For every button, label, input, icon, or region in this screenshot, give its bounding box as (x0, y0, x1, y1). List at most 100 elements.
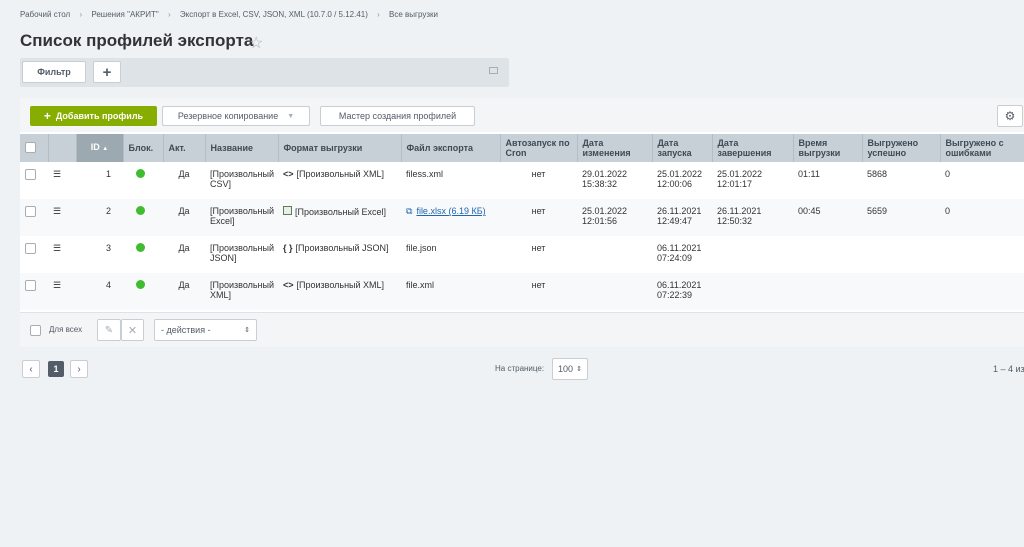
header-finished[interactable]: Дата завершения (712, 134, 794, 162)
table-row[interactable]: ☰ 2 Да [Произвольный Excel] [Произвольны… (20, 199, 1024, 236)
row-started: 25.01.2022 12:00:06 (657, 169, 703, 189)
row-checkbox[interactable] (20, 236, 48, 273)
row-duration: 00:45 (793, 199, 862, 236)
next-page-button[interactable]: › (70, 360, 88, 378)
header-blocked[interactable]: Блок. (123, 134, 164, 162)
header-id[interactable]: ID ▲ (76, 134, 124, 162)
row-blocked (123, 273, 163, 310)
row-duration (793, 273, 862, 310)
row-menu-icon[interactable]: ☰ (48, 162, 76, 199)
row-name[interactable]: [Произвольный XML] (205, 273, 278, 310)
row-format: [Произвольный Excel] (278, 199, 401, 236)
row-cron: нет (531, 169, 546, 179)
row-modified (577, 236, 652, 273)
row-finished: 26.11.2021 12:50:32 (712, 199, 793, 236)
header-name[interactable]: Название (205, 134, 279, 162)
prev-page-button[interactable]: ‹ (22, 360, 40, 378)
row-file: file.json (406, 243, 437, 253)
breadcrumb-separator: › (167, 10, 171, 19)
status-dot-icon (136, 243, 145, 252)
header-started[interactable]: Дата запуска (652, 134, 713, 162)
row-duration: 01:11 (798, 169, 820, 179)
row-menu-icon[interactable]: ☰ (48, 273, 76, 310)
row-active: Да (178, 169, 190, 179)
filter-toggle-icon[interactable] (489, 67, 498, 74)
row-name[interactable]: [Произвольный Excel] (205, 199, 278, 236)
row-success: 5659 (862, 199, 940, 236)
breadcrumb-separator: › (377, 10, 380, 19)
status-dot-icon (136, 169, 145, 178)
header-errors[interactable]: Выгружено с ошибками (940, 134, 1024, 162)
actions-select[interactable]: - действия - ⇕ (154, 319, 257, 341)
row-id[interactable]: 4 (76, 273, 123, 310)
page-title: Список профилей экспорта (20, 31, 254, 50)
table-row[interactable]: ☰ 4 Да [Произвольный XML] <> [Произвольны… (20, 273, 1024, 310)
row-name[interactable]: [Произвольный JSON] (205, 236, 278, 273)
breadcrumb-item-all-exports[interactable]: Все выгрузки (389, 10, 438, 19)
row-checkbox[interactable] (20, 273, 48, 310)
gear-icon[interactable]: ⚙ (997, 105, 1023, 127)
row-finished: 25.01.2022 12:01:17 (717, 169, 763, 189)
backup-label: Резервное копирование (177, 111, 279, 121)
for-all-checkbox[interactable] (30, 325, 41, 336)
pencil-icon[interactable]: ✎ (97, 319, 121, 341)
row-active: Да (163, 199, 205, 236)
row-finished (712, 236, 793, 273)
breadcrumb-item-module[interactable]: Экспорт в Excel, CSV, JSON, XML (10.7.0 … (180, 10, 368, 19)
add-filter-button[interactable]: + (93, 61, 121, 83)
page-number-current[interactable]: 1 (48, 361, 64, 377)
filter-button[interactable]: Фильтр (22, 61, 86, 83)
group-actions-bar: Для всех ✎ ✕ - действия - ⇕ (20, 312, 1024, 347)
header-select-all[interactable] (20, 134, 49, 162)
row-checkbox[interactable] (20, 162, 48, 199)
code-icon: <> (283, 280, 294, 290)
external-link-icon: ⧉ (406, 206, 413, 216)
backup-button[interactable]: Резервное копирование ▼ (162, 106, 310, 126)
row-started: 06.11.2021 07:22:39 (652, 273, 712, 310)
close-icon[interactable]: ✕ (121, 319, 144, 341)
row-id[interactable]: 1 (76, 162, 123, 199)
header-file[interactable]: Файл экспорта (401, 134, 501, 162)
row-menu-icon[interactable]: ☰ (48, 199, 76, 236)
row-name[interactable]: [Произвольный CSV] (205, 162, 278, 199)
row-errors: 0 (945, 169, 951, 179)
header-duration[interactable]: Время выгрузки (793, 134, 863, 162)
row-file: ⧉ file.xlsx (6.19 КБ) (401, 199, 500, 236)
star-icon[interactable]: ☆ (249, 33, 263, 53)
filter-bar: Фильтр + (20, 58, 509, 87)
row-format: { } [Произвольный JSON] (283, 243, 389, 253)
toolbar: + Добавить профиль Резервное копирование… (20, 98, 1024, 132)
code-icon: <> (283, 169, 294, 179)
header-success[interactable]: Выгружено успешно (862, 134, 941, 162)
header-actions (48, 134, 77, 162)
per-page-select[interactable]: 100 ⇕ (552, 358, 588, 380)
header-modified[interactable]: Дата изменения (577, 134, 653, 162)
row-id[interactable]: 2 (76, 199, 123, 236)
row-blocked (123, 199, 163, 236)
breadcrumb-separator: › (79, 10, 83, 19)
breadcrumb-item-desktop[interactable]: Рабочий стол (20, 10, 70, 19)
table-row[interactable]: ☰ 1 Да [Произвольный CSV] <> [Произвольны… (20, 162, 1024, 199)
row-errors (940, 273, 1024, 310)
header-format[interactable]: Формат выгрузки (278, 134, 402, 162)
select-arrows-icon: ⇕ (576, 366, 582, 373)
header-cron[interactable]: Автозапуск по Cron (500, 134, 578, 162)
row-cron: нет (500, 199, 577, 236)
add-profile-button[interactable]: + Добавить профиль (30, 106, 157, 126)
row-menu-icon[interactable]: ☰ (48, 236, 76, 273)
file-download-link[interactable]: file.xlsx (6.19 КБ) (416, 206, 485, 216)
per-page-label: На странице: (495, 364, 545, 373)
breadcrumb-item-solutions[interactable]: Решения "АКРИТ" (91, 10, 158, 19)
table-row[interactable]: ☰ 3 Да [Произвольный JSON] { } [Произволь… (20, 236, 1024, 273)
row-cron: нет (531, 243, 546, 253)
row-id[interactable]: 3 (76, 236, 123, 273)
row-file: file.xml (401, 273, 500, 310)
braces-icon: { } (283, 243, 293, 253)
chevron-down-icon: ▼ (287, 112, 295, 120)
row-checkbox[interactable] (20, 199, 48, 236)
row-started: 06.11.2021 07:24:09 (657, 243, 702, 263)
select-arrows-icon: ⇕ (244, 327, 250, 334)
header-active[interactable]: Акт. (163, 134, 206, 162)
breadcrumb: Рабочий стол › Решения "АКРИТ" › Экспорт… (20, 10, 438, 19)
wizard-button[interactable]: Мастер создания профилей (320, 106, 475, 126)
